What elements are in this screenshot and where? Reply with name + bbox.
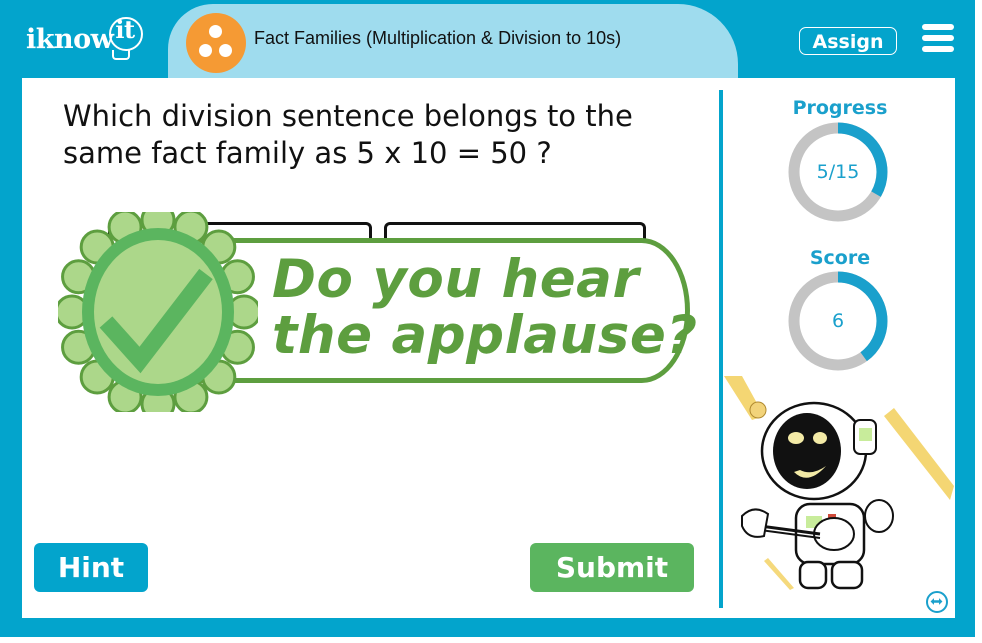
feedback-message: Do you hear the applause?	[272, 252, 698, 364]
submit-button[interactable]: Submit	[530, 543, 694, 592]
checkmark-badge-icon	[58, 212, 258, 412]
lightbulb-base-icon	[112, 50, 130, 60]
progress-label: Progress	[792, 97, 888, 119]
topic-icon	[186, 13, 246, 73]
hamburger-menu-icon[interactable]	[922, 24, 954, 52]
lightbulb-icon: it	[109, 15, 144, 51]
question-text: Which division sentence belongs to the s…	[63, 98, 703, 172]
swap-horizontal-icon[interactable]	[926, 591, 948, 613]
logo-suffix: it	[115, 15, 135, 44]
iknowit-logo[interactable]: iknow it	[26, 14, 144, 55]
lesson-title: Fact Families (Multiplication & Division…	[254, 28, 622, 48]
hint-button[interactable]: Hint	[34, 543, 148, 592]
question-line-1: Which division sentence belongs to the	[63, 99, 633, 133]
logo-text: iknow	[26, 24, 114, 55]
comet-head	[749, 401, 767, 419]
assign-button[interactable]: Assign	[799, 27, 897, 55]
comet-streak	[884, 408, 954, 500]
progress-value: 5/15	[816, 161, 860, 183]
astronaut-robot-mascot	[724, 376, 954, 590]
comet-streak	[764, 558, 794, 590]
score-value: 6	[831, 310, 845, 332]
question-line-2: same fact family as 5 x 10 = 50 ?	[63, 136, 552, 170]
score-label: Score	[809, 247, 871, 269]
feedback-line-1: Do you hear	[272, 249, 640, 310]
feedback-line-2: the applause?	[272, 305, 698, 366]
panel-divider	[719, 90, 723, 608]
